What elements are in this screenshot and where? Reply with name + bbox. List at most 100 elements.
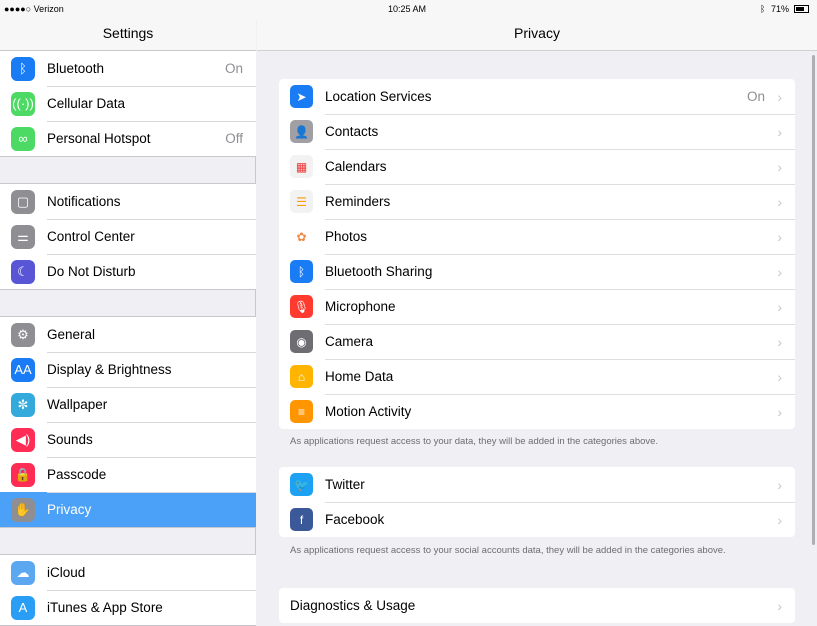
chevron-right-icon: › [777,193,782,210]
chevron-right-icon: › [777,511,782,528]
row-reminders[interactable]: ☰ Reminders › [279,184,795,219]
row-label: Camera [325,334,374,349]
wallpaper-icon: ✼ [11,392,35,417]
row-label: Facebook [325,512,385,527]
sidebar-item-personal-hotspot[interactable]: ∞ Personal Hotspot Off [0,121,256,156]
sidebar-item-label: Do Not Disturb [47,264,136,279]
row-label: Home Data [325,369,394,384]
row-label: Motion Activity [325,404,412,419]
sidebar-item-label: iTunes & App Store [47,600,163,615]
row-contacts[interactable]: 👤 Contacts › [279,114,795,149]
sidebar-item-general[interactable]: ⚙ General [0,317,256,352]
sidebar-item-privacy[interactable]: ✋ Privacy [0,492,256,527]
sidebar-item-label: Privacy [47,502,92,517]
sidebar-item-value: Off [225,131,243,146]
bluetooth-icon: ᛒ [11,56,35,81]
row-twitter[interactable]: 🐦 Twitter › [279,467,795,502]
sidebar-item-label: Bluetooth [47,61,105,76]
sidebar-item-sounds[interactable]: ◀) Sounds [0,422,256,457]
display-icon: AA [11,357,35,382]
chevron-right-icon: › [777,228,782,245]
sidebar-item-label: Control Center [47,229,135,244]
row-diagnostics-usage[interactable]: Diagnostics & Usage › [279,588,795,623]
sidebar-item-value: On [224,61,243,76]
battery-percent: 71% [771,4,790,14]
row-calendars[interactable]: ▦ Calendars › [279,149,795,184]
row-label: Location Services [325,89,432,104]
location-arrow-icon: ➤ [290,85,313,108]
sidebar-item-label: Sounds [47,432,93,447]
lock-icon: 🔒 [11,462,35,487]
chevron-right-icon: › [777,88,782,105]
sidebar-item-label: Passcode [47,467,107,482]
chevron-right-icon: › [777,333,782,350]
control-center-icon: ⚌ [11,224,35,249]
cloud-icon: ☁ [11,560,35,585]
camera-icon: ◉ [290,330,313,353]
row-location-services[interactable]: ➤ Location Services On › [279,79,795,114]
row-microphone[interactable]: 🎙 Microphone › [279,289,795,324]
app-store-icon: A [11,595,35,620]
hotspot-icon: ∞ [11,126,35,151]
page-title: Privacy [257,20,817,51]
sidebar-item-cellular-data[interactable]: ((·)) Cellular Data [0,86,256,121]
row-label: Twitter [325,477,365,492]
sidebar-item-label: Cellular Data [47,96,126,111]
clock: 10:25 AM [388,4,427,14]
chevron-right-icon: › [777,298,782,315]
row-label: Reminders [325,194,391,209]
row-label: Diagnostics & Usage [290,598,416,613]
row-bluetooth-sharing[interactable]: ᛒ Bluetooth Sharing › [279,254,795,289]
sidebar-item-label: iCloud [47,565,86,580]
twitter-icon: 🐦 [290,473,313,496]
row-label: Calendars [325,159,387,174]
motion-icon: ≡ [290,400,313,423]
row-motion-activity[interactable]: ≡ Motion Activity › [279,394,795,429]
cellular-icon: ((·)) [11,91,35,116]
sidebar-item-display-brightness[interactable]: AA Display & Brightness [0,352,256,387]
calendar-icon: ▦ [290,155,313,178]
settings-group: ▢ Notifications ⚌ Control Center ☾ Do No… [0,183,256,290]
row-photos[interactable]: ✿ Photos › [279,219,795,254]
privacy-group1: ➤ Location Services On › 👤 Contacts › ▦ … [279,79,795,429]
settings-group: ⚙ General AA Display & Brightness ✼ Wall… [0,316,256,528]
sidebar-item-label: Personal Hotspot [47,131,151,146]
scrollbar[interactable] [812,55,815,545]
sidebar-item-wallpaper[interactable]: ✼ Wallpaper [0,387,256,422]
privacy-group2: 🐦 Twitter › f Facebook › [279,467,795,537]
chevron-right-icon: › [777,368,782,385]
row-label: Microphone [325,299,396,314]
sidebar-item-label: Wallpaper [47,397,108,412]
sidebar-item-bluetooth[interactable]: ᛒ Bluetooth On [0,51,256,86]
settings-group: ☁ iCloud A iTunes & App Store [0,554,256,626]
row-label: Bluetooth Sharing [325,264,433,279]
row-label: Photos [325,229,368,244]
row-facebook[interactable]: f Facebook › [279,502,795,537]
sidebar-item-control-center[interactable]: ⚌ Control Center [0,219,256,254]
bluetooth-status-icon: ᛒ [760,4,766,14]
row-label: Contacts [325,124,379,139]
speaker-icon: ◀) [11,427,35,452]
hand-icon: ✋ [11,497,35,522]
footer-note: As applications request access to your d… [290,436,659,447]
chevron-right-icon: › [777,403,782,420]
settings-group: ᛒ Bluetooth On ((·)) Cellular Data ∞ Per… [0,50,256,157]
sidebar-item-notifications[interactable]: ▢ Notifications [0,184,256,219]
facebook-icon: f [290,508,313,531]
row-camera[interactable]: ◉ Camera › [279,324,795,359]
bluetooth-icon: ᛒ [290,260,313,283]
gear-icon: ⚙ [11,322,35,347]
home-icon: ⌂ [290,365,313,388]
sidebar-item-passcode[interactable]: 🔒 Passcode [0,457,256,492]
sidebar-item-icloud[interactable]: ☁ iCloud [0,555,256,590]
chevron-right-icon: › [777,263,782,280]
contacts-icon: 👤 [290,120,313,143]
battery-icon [794,5,809,13]
row-home-data[interactable]: ⌂ Home Data › [279,359,795,394]
reminders-icon: ☰ [290,190,313,213]
sidebar-item-itunes-app-store[interactable]: A iTunes & App Store [0,590,256,625]
sidebar-title: Settings [0,20,256,51]
notifications-icon: ▢ [11,189,35,214]
microphone-icon: 🎙 [290,295,313,318]
sidebar-item-do-not-disturb[interactable]: ☾ Do Not Disturb [0,254,256,289]
